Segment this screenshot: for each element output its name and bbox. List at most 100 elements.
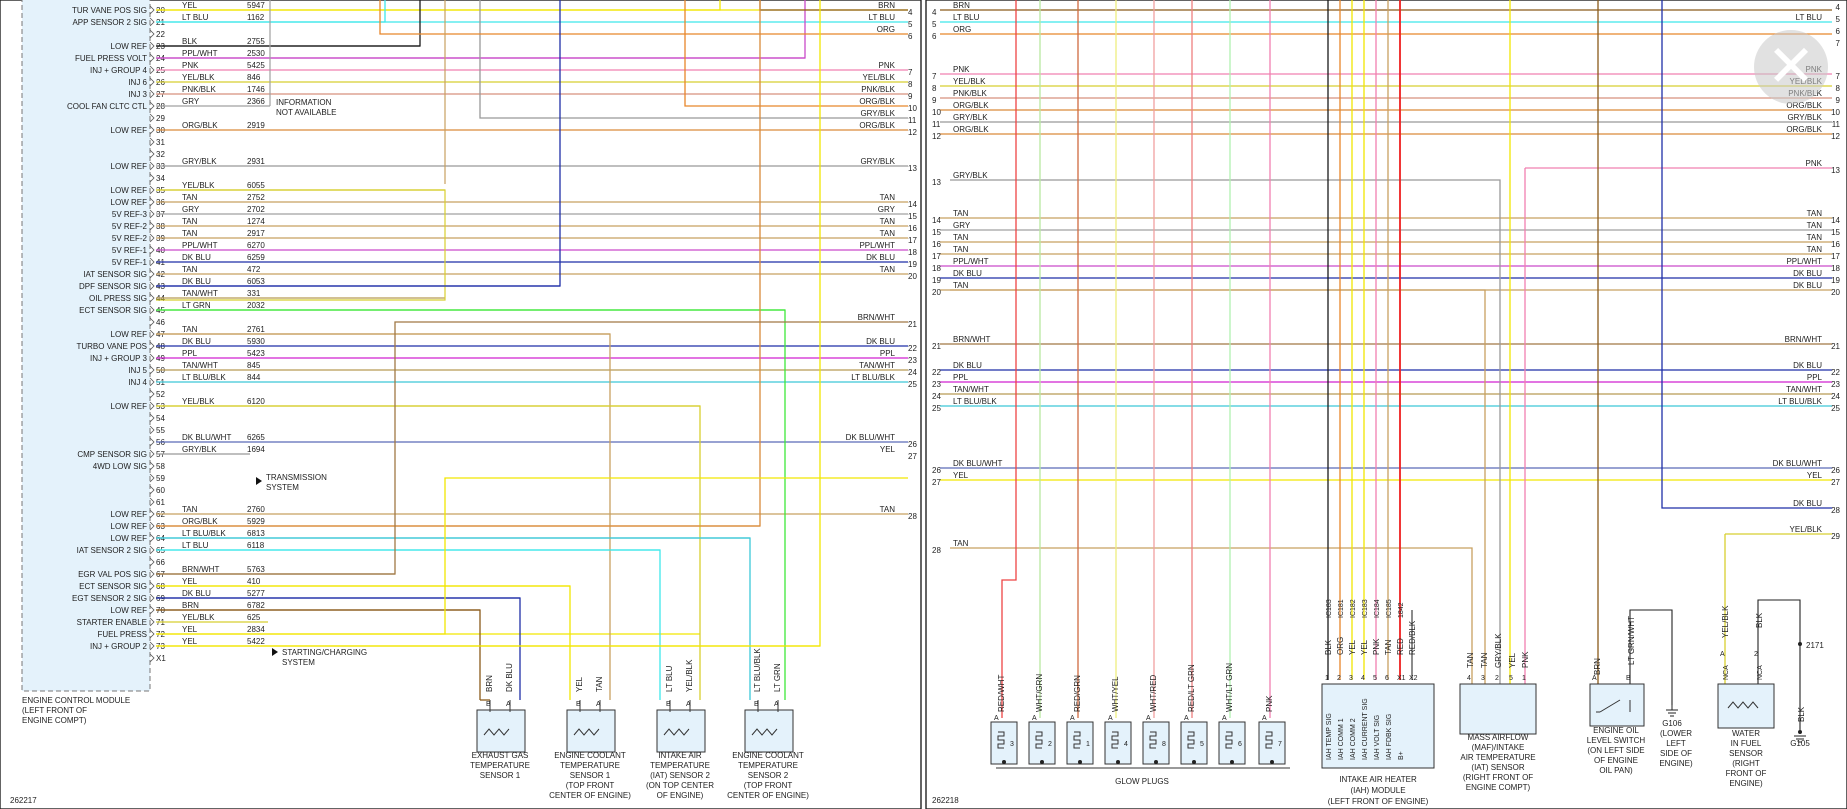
- ref-wire-label: BRN/WHT: [858, 313, 895, 322]
- pin-letter: A: [774, 701, 779, 708]
- wiring-diagram: TUR VANE POS SIG20YEL5947APP SENSOR 2 SI…: [0, 0, 1847, 809]
- pin-number: 54: [156, 414, 165, 423]
- ref-wire-label: PPL/WHT: [859, 241, 895, 250]
- pin-signal: LOW REF: [111, 510, 148, 519]
- ref-wire-label: YEL: [880, 445, 896, 454]
- glow-plug-number: 6: [1238, 741, 1242, 748]
- transmission-note: TRANSMISSION: [266, 473, 327, 482]
- iah-signal: IAH CURRENT SIG: [1362, 698, 1369, 760]
- pin-number: 32: [156, 150, 165, 159]
- sensor-label: (ON TOP CENTER: [646, 781, 714, 790]
- ref-wire-label: ORG/BLK: [953, 125, 989, 134]
- ref-wire-label: LT BLU: [953, 13, 980, 22]
- pin-number: 66: [156, 558, 165, 567]
- ref-number: 24: [908, 368, 917, 377]
- ref-number: 23: [1831, 380, 1840, 389]
- pin-signal: ECT SENSOR SIG: [79, 582, 147, 591]
- circuit-number: 1694: [247, 445, 265, 454]
- sensor-label: SENSOR 1: [570, 771, 611, 780]
- wire-color-label: GRY/BLK: [182, 157, 217, 166]
- ref-wire-label: YEL/BLK: [863, 73, 896, 82]
- wire-color-label: PPL/WHT: [182, 241, 218, 250]
- wire-color-label: PNK/BLK: [182, 85, 216, 94]
- ref-wire-label: BRN/WHT: [953, 335, 990, 344]
- circuit-number: 2761: [247, 325, 265, 334]
- pin-number: 31: [156, 138, 165, 147]
- pin-number: 46: [156, 318, 165, 327]
- ref-wire-label: TAN: [1807, 221, 1823, 230]
- iah-label: (IAH) MODULE: [1350, 786, 1405, 795]
- circuit-number: 5763: [247, 565, 265, 574]
- water-sensor-label: WATER: [1732, 729, 1760, 738]
- wire-color-label: LT BLU/BLK: [182, 373, 226, 382]
- ref-number: 21: [932, 342, 941, 351]
- ref-number: 22: [932, 368, 941, 377]
- circuit-number: 472: [247, 265, 261, 274]
- ref-wire-label: ORG: [953, 25, 971, 34]
- pin-number: 61: [156, 498, 165, 507]
- sensor-label: TEMPERATURE: [738, 761, 798, 770]
- wire-color-label: YEL/BLK: [182, 73, 215, 82]
- wire-color-label: PNK: [1521, 651, 1530, 668]
- water-sensor-label: FRONT OF: [1726, 769, 1767, 778]
- wire-color-label: RED: [1396, 638, 1405, 655]
- glow-plug-number: 4: [1124, 741, 1128, 748]
- ground-location: (LOWER: [1660, 729, 1692, 738]
- circuit-number: 2919: [247, 121, 265, 130]
- ref-number: 4: [908, 8, 913, 17]
- ref-number: 24: [932, 392, 941, 401]
- wire-color-label: LT BLU/BLK: [182, 529, 226, 538]
- ref-wire-label: DK BLU: [866, 337, 895, 346]
- ref-wire-label: TAN: [880, 265, 896, 274]
- ref-wire-label: YEL: [1807, 471, 1823, 480]
- ref-number: 10: [908, 104, 917, 113]
- pin-signal: 5V REF-1: [112, 246, 148, 255]
- ground-dot: [1040, 760, 1044, 764]
- ref-wire-label: GRY/BLK: [1787, 113, 1822, 122]
- ref-wire-label: TAN: [953, 281, 969, 290]
- pin-number: 3: [1481, 675, 1485, 682]
- sensor-label: CENTER OF ENGINE): [549, 791, 631, 800]
- wire-color-label: YEL: [1348, 639, 1357, 655]
- circuit-number: 331: [247, 289, 261, 298]
- circuit-number: IC181: [1338, 599, 1345, 618]
- ref-number: 18: [1831, 264, 1840, 273]
- ref-number: 5: [932, 20, 937, 29]
- ref-number: 22: [1831, 368, 1840, 377]
- close-button[interactable]: ✕: [1754, 30, 1828, 104]
- circuit-number: 2931: [247, 157, 265, 166]
- iah-label: INTAKE AIR HEATER: [1339, 775, 1417, 784]
- ref-wire-label: TAN: [880, 505, 896, 514]
- ground-dot: [1002, 760, 1006, 764]
- ref-number: 11: [908, 116, 917, 125]
- circuit-number: 2834: [247, 625, 265, 634]
- pin-signal: INJ 4: [128, 378, 147, 387]
- wire-color-label: YEL/BLK: [1721, 605, 1730, 638]
- ref-number: 7: [908, 68, 913, 77]
- ref-wire-label: BRN: [953, 1, 970, 10]
- ref-number: 25: [1831, 404, 1840, 413]
- ref-number: 21: [908, 320, 917, 329]
- circuit-number: 2755: [247, 37, 265, 46]
- ref-wire-label: YEL/BLK: [1790, 525, 1823, 534]
- pin-signal: INJ + GROUP 2: [90, 642, 148, 651]
- ref-wire-label: GRY: [953, 221, 971, 230]
- page-id: 262218: [932, 796, 959, 805]
- ref-number: 5: [1836, 15, 1841, 24]
- ref-wire-label: ORG/BLK: [953, 101, 989, 110]
- ref-wire-label: ORG: [877, 25, 895, 34]
- wire-color-label: DK BLU: [182, 277, 211, 286]
- circuit-number: 5423: [247, 349, 265, 358]
- ref-wire-label: TAN: [880, 217, 896, 226]
- oil-switch-box: [1589, 683, 1645, 727]
- wire-color-label: WHT/LT GRN: [1225, 663, 1234, 712]
- nca-label: NCA: [1757, 665, 1764, 680]
- ref-number: 27: [932, 478, 941, 487]
- circuit-number: IC183: [1326, 599, 1333, 618]
- ref-wire-label: DK BLU: [866, 253, 895, 262]
- pin-number: 2: [1495, 675, 1499, 682]
- wire-color-label: DK BLU: [505, 663, 514, 692]
- ecm-label: ENGINE CONTROL MODULE: [22, 696, 130, 705]
- circuit-number: IC183: [1362, 599, 1369, 618]
- circuit-number: IC184: [1374, 599, 1381, 618]
